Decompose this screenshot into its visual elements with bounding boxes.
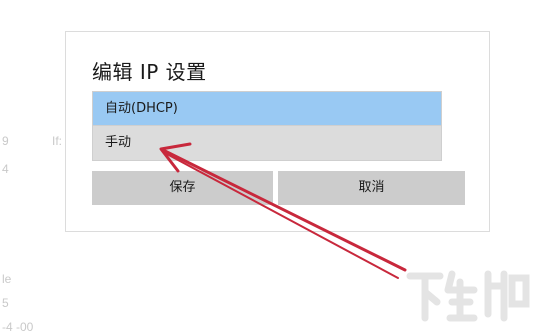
watermark-logo bbox=[406, 270, 530, 322]
